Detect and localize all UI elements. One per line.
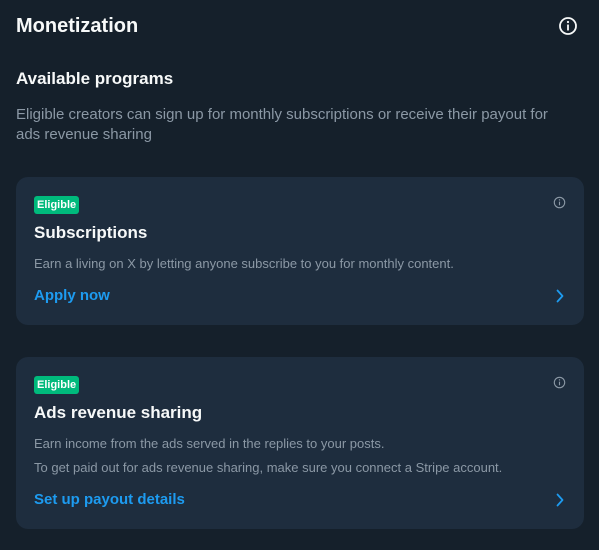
action-label[interactable]: Apply now	[34, 287, 110, 304]
eligible-badge: Eligible	[34, 376, 80, 394]
chevron-right-icon[interactable]	[553, 288, 567, 304]
section-description: Eligible creators can sign up for monthl…	[16, 106, 548, 143]
info-icon[interactable]	[558, 16, 578, 36]
info-icon[interactable]	[552, 195, 566, 209]
info-icon[interactable]	[552, 375, 566, 389]
card-description: Earn a living on X by letting anyone sub…	[34, 256, 454, 271]
card-description-stripe: To get paid out for ads revenue sharing,…	[34, 460, 503, 475]
eligible-badge: Eligible	[34, 196, 80, 214]
header: Monetization	[16, 0, 583, 53]
set-up-payout-details-link[interactable]: Set up payout details	[34, 491, 566, 508]
action-label[interactable]: Set up payout details	[34, 491, 185, 508]
card-description: Earn income from the ads served in the r…	[34, 436, 385, 451]
chevron-right-icon[interactable]	[553, 492, 567, 508]
card-title: Subscriptions	[34, 223, 148, 242]
apply-now-link[interactable]: Apply now	[34, 287, 566, 304]
section-title: Available programs	[16, 69, 174, 88]
page-title: Monetization	[16, 14, 139, 37]
ads-revenue-sharing-card: Eligible Ads revenue sharing Earn income…	[16, 357, 584, 529]
subscriptions-card: Eligible Subscriptions Earn a living on …	[16, 177, 584, 325]
card-title: Ads revenue sharing	[34, 403, 203, 422]
monetization-page: Monetization Available programs Eligible…	[0, 0, 599, 550]
